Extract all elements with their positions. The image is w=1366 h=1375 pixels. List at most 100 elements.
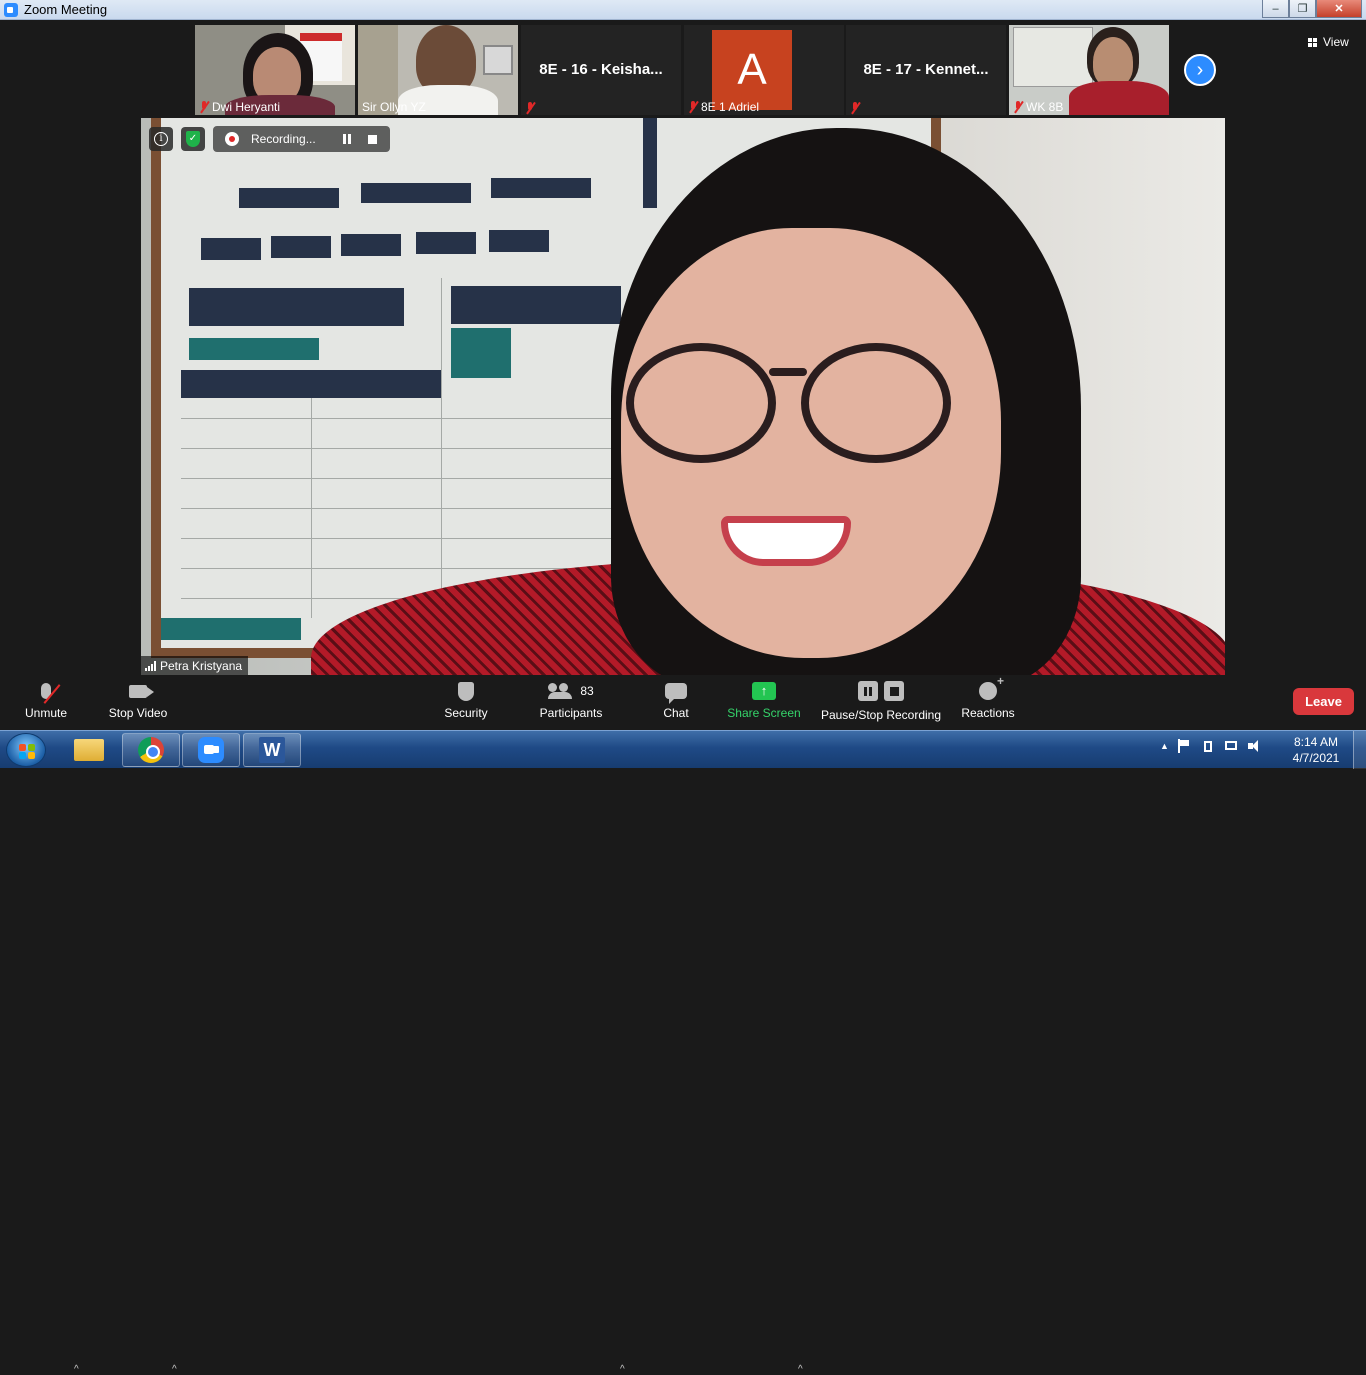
participant-strip: Dwi Heryanti Sir Ollyn YZ 8E - 16 - Keis… xyxy=(0,21,1366,117)
participant-face xyxy=(1093,37,1133,87)
speaker-mouth xyxy=(721,516,851,566)
mic-muted-icon xyxy=(199,101,209,113)
windows-start-button[interactable] xyxy=(6,733,46,767)
folder-icon xyxy=(74,739,104,761)
leave-meeting-button[interactable]: Leave xyxy=(1293,688,1354,715)
security-button[interactable]: Security xyxy=(440,676,492,730)
reactions-label: Reactions xyxy=(961,706,1015,720)
participant-tile[interactable]: Dwi Heryanti xyxy=(195,25,355,115)
participant-count: 83 xyxy=(580,684,594,698)
speaker-glasses xyxy=(626,343,776,463)
participant-tile[interactable]: A 8E 1 Adriel xyxy=(684,25,844,115)
participant-name-text: Dwi Heryanti xyxy=(212,100,281,114)
chat-bubble-icon xyxy=(665,683,687,704)
participants-options-caret[interactable]: ^ xyxy=(620,1364,625,1375)
participant-name-text: WK 8B xyxy=(1026,100,1064,114)
participants-label: Participants xyxy=(539,706,603,720)
pause-recording-button[interactable] xyxy=(343,134,353,144)
share-options-caret[interactable]: ^ xyxy=(798,1364,803,1375)
signal-strength-icon xyxy=(145,660,156,671)
participant-name: WK 8B xyxy=(1013,100,1063,114)
video-camera-icon xyxy=(129,684,154,698)
pause-icon xyxy=(858,681,878,701)
participant-name: 8E 1 Adriel xyxy=(688,100,759,114)
show-hidden-icons-button[interactable]: ▲ xyxy=(1160,741,1169,751)
chrome-icon xyxy=(138,737,164,763)
clock-date: 4/7/2021 xyxy=(1292,751,1340,765)
participant-tile[interactable]: 8E - 16 - Keisha... xyxy=(521,25,681,115)
mic-muted-icon xyxy=(850,102,860,114)
speaker-name-label: Petra Kristyana xyxy=(141,656,249,675)
participants-icon xyxy=(548,683,573,699)
stop-icon xyxy=(884,681,904,701)
emoji-reaction-icon xyxy=(979,674,1004,700)
video-options-caret[interactable]: ^ xyxy=(172,1364,177,1375)
zoom-app-icon xyxy=(4,2,18,17)
chat-label: Chat xyxy=(663,706,689,720)
unmute-button[interactable]: Unmute xyxy=(20,676,72,730)
device-icon[interactable] xyxy=(1201,739,1215,753)
encryption-button[interactable]: ✓ xyxy=(181,127,205,151)
mic-muted-icon xyxy=(688,101,698,113)
participants-button[interactable]: 83 Participants xyxy=(536,676,606,730)
reactions-button[interactable]: Reactions xyxy=(958,674,1018,730)
speaker-glasses xyxy=(801,343,951,463)
participant-name-text: Sir Ollyn YZ xyxy=(362,100,426,114)
unmute-label: Unmute xyxy=(24,706,68,720)
minimize-button[interactable]: – xyxy=(1262,0,1289,18)
taskbar-file-explorer[interactable] xyxy=(60,733,118,767)
active-speaker-video[interactable] xyxy=(141,118,1225,675)
recording-indicator: Recording... xyxy=(213,126,390,152)
meeting-toolbar: Unmute ^ Stop Video ^ Security 83 Partic… xyxy=(0,674,1366,1375)
show-desktop-button[interactable] xyxy=(1353,731,1366,769)
clock-time: 8:14 AM xyxy=(1293,735,1339,749)
audio-options-caret[interactable]: ^ xyxy=(74,1364,79,1375)
system-clock[interactable]: 8:14 AM 4/7/2021 xyxy=(1288,734,1344,766)
zoom-icon xyxy=(198,737,224,763)
maximize-button[interactable]: ❐ xyxy=(1289,0,1316,18)
meeting-info-button[interactable]: i xyxy=(149,127,173,151)
stop-recording-button[interactable] xyxy=(368,134,377,144)
info-icon: i xyxy=(154,132,168,146)
speaker-name: Petra Kristyana xyxy=(160,658,243,673)
participant-tile[interactable]: Sir Ollyn YZ xyxy=(358,25,518,115)
participant-tile[interactable]: WK 8B xyxy=(1009,25,1169,115)
close-button[interactable]: ✕ xyxy=(1316,0,1362,18)
stop-video-label: Stop Video xyxy=(108,706,168,720)
wall-chart xyxy=(1013,27,1093,87)
participant-shirt xyxy=(1069,81,1169,115)
stop-video-button[interactable]: Stop Video xyxy=(106,676,170,730)
share-screen-button[interactable]: ↑ Share Screen xyxy=(726,676,802,730)
word-icon: W xyxy=(259,737,285,763)
taskbar-word[interactable]: W xyxy=(243,733,301,767)
view-button[interactable]: View xyxy=(1308,35,1349,49)
view-label: View xyxy=(1323,35,1349,49)
participant-tile[interactable]: 8E - 17 - Kennet... xyxy=(846,25,1006,115)
volume-icon[interactable] xyxy=(1247,739,1261,753)
chat-button[interactable]: Chat xyxy=(656,676,696,730)
share-screen-icon: ↑ xyxy=(752,682,776,700)
participant-name: Sir Ollyn YZ xyxy=(362,100,426,114)
window-controls: – ❐ ✕ xyxy=(1262,0,1362,18)
monitor xyxy=(483,45,513,75)
system-tray: ▲ xyxy=(1160,739,1261,753)
shield-check-icon: ✓ xyxy=(186,131,200,147)
participant-name-text: 8E 1 Adriel xyxy=(701,100,760,114)
share-screen-label: Share Screen xyxy=(727,706,801,720)
taskbar-zoom[interactable] xyxy=(182,733,240,767)
grid-view-icon xyxy=(1308,37,1318,47)
taskbar-chrome[interactable] xyxy=(122,733,180,767)
network-icon[interactable] xyxy=(1224,739,1238,753)
pause-stop-recording-button[interactable]: Pause/Stop Recording xyxy=(818,676,944,730)
participant-display-name: 8E - 17 - Kennet... xyxy=(863,61,989,78)
record-icon xyxy=(225,132,239,146)
participant-name: Dwi Heryanti xyxy=(199,100,280,114)
mic-muted-icon xyxy=(525,102,535,114)
security-label: Security xyxy=(444,706,488,720)
window-title: Zoom Meeting xyxy=(24,2,108,17)
flag-icon[interactable] xyxy=(1177,739,1192,753)
pause-stop-recording-label: Pause/Stop Recording xyxy=(820,708,942,722)
speaker-glasses-bridge xyxy=(769,368,807,376)
participant-avatar: A xyxy=(712,30,792,110)
chevron-right-icon[interactable]: › xyxy=(1184,54,1216,86)
